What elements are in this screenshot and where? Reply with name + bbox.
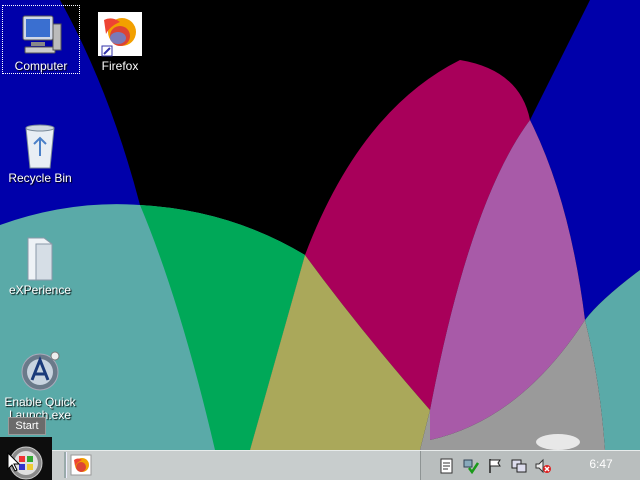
document-icon[interactable] — [439, 458, 455, 474]
desktop-icon-recycle-bin[interactable]: Recycle Bin — [2, 118, 78, 185]
quicklaunch-firefox-icon[interactable] — [70, 454, 92, 476]
windows-logo-icon — [7, 446, 43, 480]
flag-icon[interactable] — [487, 458, 503, 474]
desktop-icon-experience[interactable]: eXPerience — [2, 230, 78, 297]
firefox-icon — [98, 12, 142, 57]
clock[interactable]: 6:47 — [571, 457, 631, 471]
desktop-icon-computer[interactable]: Computer — [2, 5, 80, 74]
start-button[interactable] — [0, 437, 52, 480]
desktop-icon-label: Computer — [14, 59, 68, 73]
folder-icon — [27, 237, 53, 281]
network-icon[interactable] — [511, 458, 527, 474]
desktop-icon-label: Firefox — [101, 59, 139, 73]
desktop-icon-label: eXPerience — [8, 283, 72, 297]
desktop-icon-enable-quick-launch[interactable]: Enable Quick Launch.exe — [2, 342, 78, 422]
system-tray: 6:47 — [420, 451, 640, 480]
start-tooltip: Start — [8, 417, 46, 435]
security-check-icon[interactable] — [463, 458, 479, 474]
desktop-icon-firefox[interactable]: Firefox — [82, 6, 158, 73]
computer-icon — [22, 15, 62, 54]
volume-muted-icon[interactable] — [535, 458, 551, 474]
desktop-icon-label: Recycle Bin — [8, 171, 72, 185]
quick-launch-app-icon — [21, 351, 60, 391]
taskbar-divider — [64, 452, 67, 478]
recycle-bin-icon — [25, 124, 55, 169]
